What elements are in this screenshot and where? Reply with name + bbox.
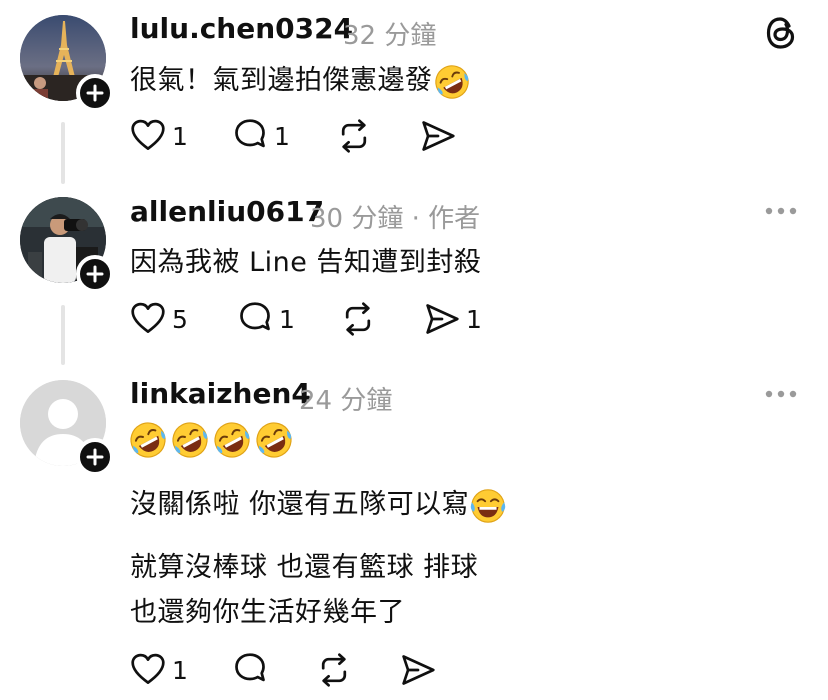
follow-plus-button[interactable] xyxy=(76,438,114,476)
comment-text-line: 沒關係啦 你還有五隊可以寫 xyxy=(130,482,507,525)
reply-count: 1 xyxy=(274,121,290,151)
follow-plus-button[interactable] xyxy=(76,74,114,112)
comment-text: 因為我被 Line 告知遭到封殺 xyxy=(130,247,482,278)
username[interactable]: allenliu0617 xyxy=(130,195,324,228)
like-count: 1 xyxy=(172,655,188,685)
repost-button[interactable] xyxy=(340,299,376,339)
rolling-laughing-emoji-icon xyxy=(170,420,210,460)
comment-icon xyxy=(237,301,273,337)
reply-button[interactable]: 1 xyxy=(232,116,290,156)
heart-icon xyxy=(130,118,166,154)
share-button[interactable]: 1 xyxy=(424,299,482,339)
heart-icon xyxy=(130,301,166,337)
username[interactable]: lulu.chen0324 xyxy=(130,12,353,45)
comment-text-line: 也還夠你生活好幾年了 xyxy=(130,597,405,628)
username[interactable]: linkaizhen4 xyxy=(130,377,311,410)
heart-icon xyxy=(130,652,166,688)
share-count: 1 xyxy=(466,304,482,334)
share-button[interactable] xyxy=(400,650,436,690)
like-button[interactable]: 1 xyxy=(130,116,188,156)
rolling-laughing-emoji-icon xyxy=(128,420,168,460)
follow-plus-button[interactable] xyxy=(76,255,114,293)
comment-icon xyxy=(232,118,268,154)
comment-text: 很氣！氣到邊拍傑憲邊發 xyxy=(130,58,471,101)
repost-button[interactable] xyxy=(336,116,372,156)
plus-icon xyxy=(80,78,110,108)
timestamp: 24 分鐘 xyxy=(299,386,393,416)
repost-button[interactable] xyxy=(316,650,352,690)
comment-text-line: 就算沒棒球 也還有籃球 排球 xyxy=(130,552,479,583)
joy-emoji-icon xyxy=(469,487,507,525)
repost-icon xyxy=(340,299,376,339)
rolling-laughing-emoji-icon xyxy=(433,63,471,101)
send-icon xyxy=(424,301,460,337)
plus-icon xyxy=(80,442,110,472)
repost-icon xyxy=(316,650,352,690)
timestamp-text: 30 分鐘 xyxy=(310,204,404,234)
share-button[interactable] xyxy=(420,116,456,156)
comment-icon xyxy=(232,652,268,688)
comment-text-content: 沒關係啦 你還有五隊可以寫 xyxy=(130,489,470,520)
send-icon xyxy=(400,652,436,688)
author-tag: · 作者 xyxy=(411,204,481,234)
timestamp: 30 分鐘 · 作者 xyxy=(310,198,480,235)
repost-icon xyxy=(336,116,372,156)
rolling-laughing-emoji-icon xyxy=(254,420,294,460)
like-button[interactable]: 1 xyxy=(130,650,188,690)
rolling-laughing-emoji-icon xyxy=(212,420,252,460)
send-icon xyxy=(420,118,456,154)
reply-button[interactable]: 1 xyxy=(237,299,295,339)
threads-logo-icon[interactable] xyxy=(764,15,798,51)
plus-icon xyxy=(80,259,110,289)
emoji-row xyxy=(128,420,294,460)
reply-count: 1 xyxy=(279,304,295,334)
like-count: 5 xyxy=(172,304,188,334)
thread-line xyxy=(61,305,65,365)
comment-text-content: 很氣！氣到邊拍傑憲邊發 xyxy=(130,65,433,96)
timestamp: 32 分鐘 xyxy=(343,21,437,51)
reply-button[interactable] xyxy=(232,650,268,690)
thread-line xyxy=(61,122,65,184)
like-button[interactable]: 5 xyxy=(130,299,188,339)
more-icon[interactable] xyxy=(764,389,798,399)
like-count: 1 xyxy=(172,121,188,151)
more-icon[interactable] xyxy=(764,206,798,216)
